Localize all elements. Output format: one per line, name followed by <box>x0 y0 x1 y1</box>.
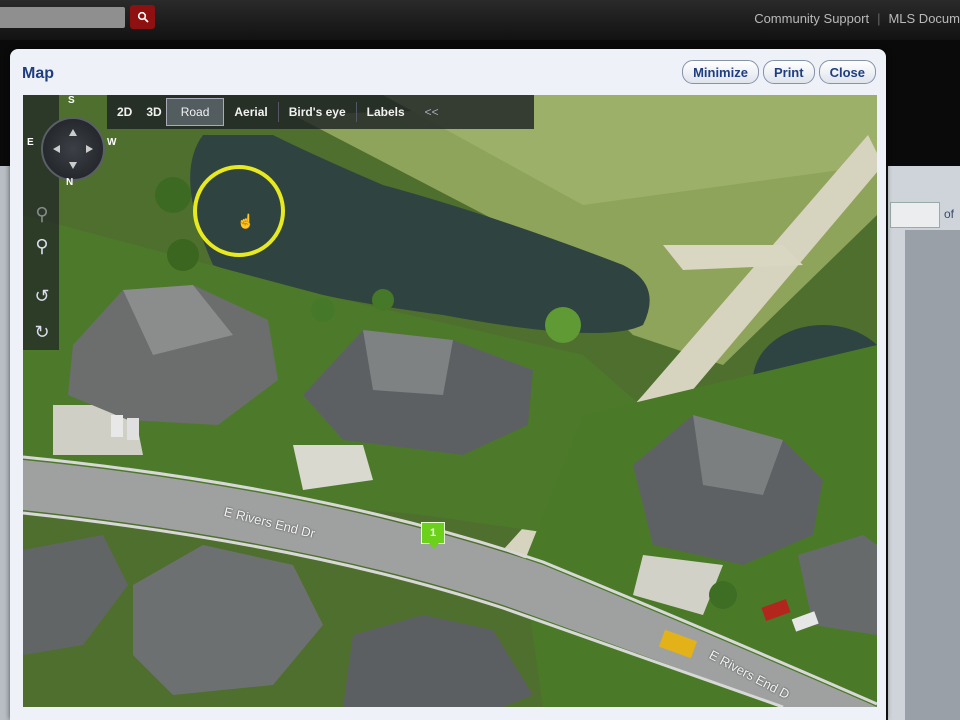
background-panel-inner <box>905 230 960 720</box>
link-separator: | <box>877 11 881 26</box>
road-button[interactable]: Road <box>165 98 225 126</box>
aerial-button[interactable]: Aerial <box>224 105 277 119</box>
compass-control[interactable] <box>41 117 105 181</box>
property-pin[interactable]: 1 <box>421 522 445 549</box>
search-input[interactable] <box>0 7 125 28</box>
rotate-right-icon[interactable]: ↻ <box>31 321 53 343</box>
collapse-toolbar-button[interactable]: << <box>415 105 449 119</box>
hand-cursor-icon: ☝ <box>237 213 255 229</box>
aerial-map[interactable]: E Rivers End Dr E Rivers End D 1 S E W N… <box>23 95 877 707</box>
compass-w: W <box>107 137 117 148</box>
zoom-out-icon[interactable]: ⚲ <box>31 203 53 225</box>
compass-s: S <box>68 95 75 106</box>
top-bar: Community Support | MLS Docum <box>0 0 960 40</box>
birds-eye-button[interactable]: Bird's eye <box>279 105 356 119</box>
dialog-title: Map <box>22 65 54 82</box>
compass-n: N <box>66 177 74 188</box>
community-support-link[interactable]: Community Support <box>754 11 869 26</box>
zoom-in-icon[interactable]: ⚲ <box>31 235 53 257</box>
page-of-label: of <box>944 207 955 221</box>
search-icon <box>137 11 149 23</box>
aerial-imagery <box>23 95 877 707</box>
labels-button[interactable]: Labels <box>357 105 415 119</box>
highlight-circle <box>193 165 285 257</box>
view-3d-button[interactable]: 3D <box>142 105 165 119</box>
minimize-button[interactable]: Minimize <box>682 60 759 84</box>
print-button[interactable]: Print <box>762 60 815 84</box>
rotate-left-icon[interactable]: ↺ <box>31 285 53 307</box>
compass-e: E <box>27 137 34 148</box>
close-button[interactable]: Close <box>818 60 876 84</box>
view-2d-button[interactable]: 2D <box>107 105 142 119</box>
mls-documents-link[interactable]: MLS Docum <box>888 11 960 26</box>
pan-arrows-icon <box>53 129 93 169</box>
background-left-edge <box>0 166 10 720</box>
map-toolbar: 2D 3D Road Aerial Bird's eye Labels << <box>107 95 534 129</box>
dialog-buttons: Minimize Print Close <box>682 60 876 84</box>
page-number-field[interactable] <box>890 202 940 228</box>
search-button[interactable] <box>130 5 155 29</box>
